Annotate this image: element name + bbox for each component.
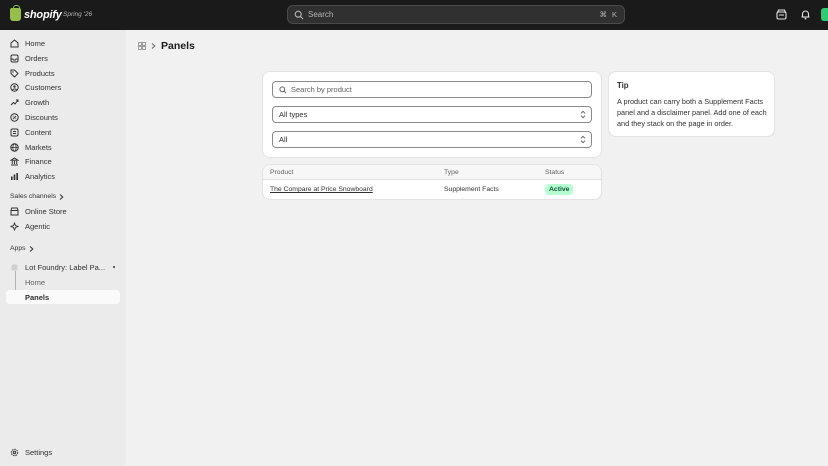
sidebar-item-label: Markets — [25, 142, 52, 152]
panels-table: Product Type Status The Compare at Price… — [263, 165, 601, 199]
tip-card: Tip A product can carry both a Supplemen… — [609, 72, 774, 136]
sidebar-item-agentic[interactable]: Agentic — [6, 219, 120, 233]
search-placeholder: Search by product — [291, 85, 352, 94]
sidebar-item-analytics[interactable]: Analytics — [6, 169, 120, 183]
sidebar-item-growth[interactable]: Growth — [6, 95, 120, 109]
search-icon — [279, 85, 287, 94]
home-icon — [10, 38, 19, 48]
tip-title: Tip — [617, 81, 629, 90]
brand-name: shopify — [24, 8, 62, 21]
person-icon — [10, 82, 19, 92]
agentic-icon — [10, 221, 19, 231]
keyboard-shortcut: ⌘ K — [599, 10, 617, 19]
apps-grid-icon[interactable] — [138, 42, 146, 50]
shopify-bag-icon — [10, 5, 21, 21]
content-icon — [10, 128, 19, 137]
tip-body: A product can carry both a Supplement Fa… — [617, 97, 767, 128]
search-icon — [294, 10, 304, 19]
pin-dot-icon — [113, 266, 115, 268]
sidebar-item-label: Home — [25, 38, 46, 48]
type-select-value: All types — [279, 110, 308, 119]
bank-icon — [10, 156, 19, 166]
avatar[interactable] — [821, 8, 828, 21]
breadcrumb: Panels — [138, 40, 195, 52]
product-link[interactable]: The Compare at Price Snowboard — [270, 186, 373, 193]
sidebar-subitem-home[interactable]: Home — [25, 278, 45, 287]
sidebar-item-markets[interactable]: Markets — [6, 140, 120, 154]
select-arrows-icon — [580, 110, 586, 119]
store-icon — [10, 207, 19, 216]
sidebar-item-discounts[interactable]: Discounts — [6, 110, 120, 124]
status-select[interactable]: All — [272, 131, 592, 148]
main-content: Panels Search by product All types All P… — [126, 30, 828, 466]
page-title: Panels — [161, 40, 195, 52]
sidebar-item-orders[interactable]: Orders — [6, 51, 120, 65]
sidebar-item-label: Finance — [25, 156, 52, 166]
type-select[interactable]: All types — [272, 106, 592, 123]
column-header-type: Type — [444, 169, 459, 176]
chevron-right-icon — [29, 245, 34, 252]
orders-icon — [10, 54, 19, 63]
status-select-value: All — [279, 135, 288, 144]
sidebar-item-label: Content — [25, 127, 52, 137]
chevron-right-icon — [151, 43, 156, 49]
apps-label: Apps — [10, 245, 26, 252]
growth-icon — [10, 98, 19, 107]
global-search-input[interactable]: Search ⌘ K — [287, 5, 625, 24]
shopify-logo[interactable]: shopify — [10, 5, 62, 21]
sidebar-item-label: Growth — [25, 97, 50, 107]
sidebar-item-label: Customers — [25, 82, 62, 92]
filter-card: Search by product All types All — [263, 72, 601, 157]
gear-icon — [10, 448, 19, 457]
sales-channels-label: Sales channels — [10, 193, 57, 200]
sales-channels-header[interactable]: Sales channels — [10, 193, 64, 200]
sidebar-item-products[interactable]: Products — [6, 66, 120, 80]
command-key: ⌘ — [599, 10, 607, 19]
globe-icon — [10, 142, 19, 152]
table-header: Product Type Status — [263, 165, 601, 180]
sidebar-subitem-panels[interactable]: Panels — [6, 290, 120, 304]
sidebar-item-finance[interactable]: Finance — [6, 154, 120, 168]
tag-icon — [10, 69, 19, 78]
top-bar: shopify Spring '26 Search ⌘ K — [0, 0, 828, 30]
sidebar-item-label: Online Store — [25, 206, 67, 216]
sidebar-item-label: Products — [25, 68, 55, 78]
sidebar-item-label: Lot Foundry: Label Pa... — [25, 262, 106, 272]
edition-label: Spring '26 — [63, 11, 93, 18]
sidebar-item-customers[interactable]: Customers — [6, 80, 120, 94]
bell-icon[interactable] — [800, 9, 811, 20]
apps-header[interactable]: Apps — [10, 245, 34, 252]
sidebar-item-online-store[interactable]: Online Store — [6, 204, 120, 218]
k-key: K — [611, 10, 617, 19]
chevron-right-icon — [59, 193, 64, 200]
column-header-product: Product — [270, 169, 294, 176]
sidebar-item-label: Panels — [25, 292, 50, 302]
sidebar-item-label: Analytics — [25, 171, 56, 181]
product-search-input[interactable]: Search by product — [272, 81, 592, 98]
search-placeholder: Search — [308, 10, 334, 19]
panel-type: Supplement Facts — [444, 186, 499, 193]
select-arrows-icon — [580, 135, 586, 144]
sidebar-item-settings[interactable]: Settings — [6, 445, 120, 459]
sidebar-item-label: Discounts — [25, 112, 58, 122]
store-switcher-icon[interactable] — [776, 9, 787, 20]
status-badge: Active — [545, 184, 574, 195]
sidebar-item-app[interactable]: Lot Foundry: Label Pa... — [6, 260, 120, 274]
chart-icon — [10, 172, 19, 181]
sidebar-item-label: Agentic — [25, 221, 51, 231]
discount-icon — [10, 112, 19, 122]
column-header-status: Status — [545, 169, 565, 176]
sidebar-item-label: Orders — [25, 53, 48, 63]
sidebar-item-label: Settings — [25, 447, 53, 457]
sidebar-item-content[interactable]: Content — [6, 125, 120, 139]
sidebar-item-home[interactable]: Home — [6, 36, 120, 50]
